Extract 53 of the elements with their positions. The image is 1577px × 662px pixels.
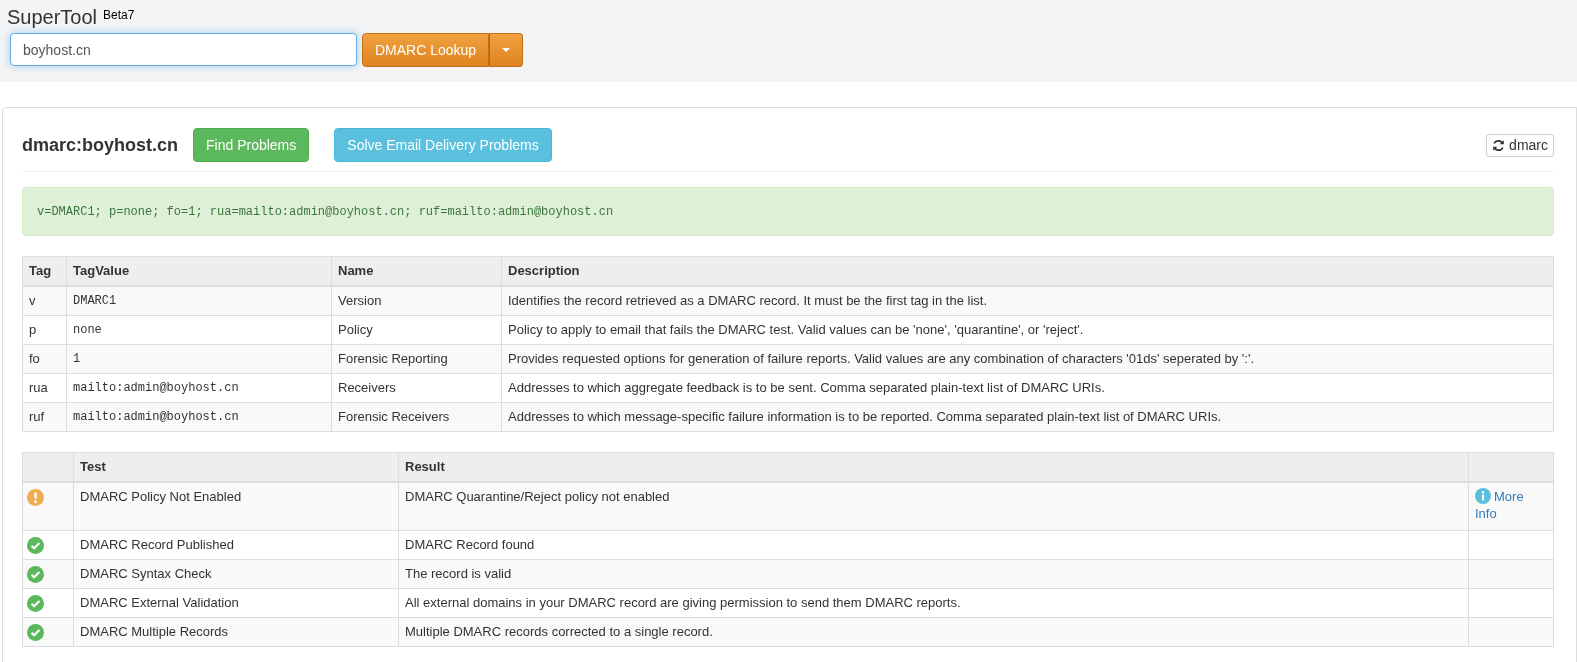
description-cell: Addresses to which message-specific failure information is to be reported. Comma separated plain-text list of DMARC URIs. (501, 402, 1554, 432)
exclamation-circle-icon (27, 489, 44, 506)
domain-input-field[interactable]: boyhost.cn (10, 33, 357, 66)
tag-name-cell: Forensic Receivers (331, 402, 502, 432)
caret-icon (502, 48, 511, 52)
dmarc-record-text: v=DMARC1; p=none; fo=1; rua=mailto:admin@boyhost.cn; ruf=mailto:admin@boyhost.cn (22, 187, 1554, 236)
dropdown-toggle-button[interactable] (489, 33, 524, 67)
info-icon (1475, 488, 1491, 504)
description-cell: Policy to apply to email that fails the DMARC test. Valid values can be 'none', 'quarantine', or 'reject'. (501, 315, 1554, 345)
tag-name-cell: Policy (331, 315, 502, 345)
description-cell: Provides requested options for generation of failure reports. Valid values are any combination of characters '01ds' seperated by ':'. (501, 344, 1554, 374)
tag-value-cell: none (66, 315, 332, 345)
test-name-cell: DMARC Record Published (73, 530, 399, 559)
test-name-cell: DMARC Syntax Check (73, 559, 399, 588)
test-result-cell: The record is valid (398, 559, 1469, 588)
column-header: Description (501, 256, 1554, 286)
tag-cell: p (22, 315, 67, 345)
find-problems-button[interactable]: Find Problems (193, 128, 310, 162)
check-circle-icon (27, 594, 44, 612)
lookup-button[interactable]: DMARC Lookup (362, 33, 490, 67)
check-circle-icon (27, 565, 44, 583)
tag-cell: ruf (22, 402, 67, 432)
tag-value-cell: mailto:admin@boyhost.cn (66, 373, 332, 403)
refresh-button[interactable]: dmarc (1486, 133, 1554, 157)
column-header: Tag (22, 256, 67, 286)
refresh-icon (1492, 138, 1506, 152)
tag-value-cell: mailto:admin@boyhost.cn (66, 402, 332, 432)
record-title: dmarc:boyhost.cn (22, 134, 179, 156)
column-header: Name (331, 256, 502, 286)
test-result-cell: Multiple DMARC records corrected to a single record. (398, 617, 1469, 646)
tag-cell: v (22, 286, 67, 316)
tag-value-cell: 1 (66, 344, 332, 374)
tag-value-cell: DMARC1 (66, 286, 332, 316)
test-name-cell: DMARC Multiple Records (73, 617, 399, 646)
test-result-cell: All external domains in your DMARC record are giving permission to send them DMARC reports. (398, 588, 1469, 617)
test-result-cell: DMARC Quarantine/Reject policy not enabled (398, 482, 1469, 530)
description-cell: Addresses to which aggregate feedback is to be sent. Comma separated plain-text list of DMARC URIs. (501, 373, 1554, 403)
tag-cell: rua (22, 373, 67, 403)
test-name-cell: DMARC Policy Not Enabled (73, 482, 399, 530)
test-result-cell: DMARC Record found (398, 530, 1469, 559)
tag-name-cell: Receivers (331, 373, 502, 403)
tag-cell: fo (22, 344, 67, 374)
tag-name-cell: Forensic Reporting (331, 344, 502, 374)
description-cell: Identifies the record retrieved as a DMARC record. It must be the first tag in the list. (501, 286, 1554, 316)
column-header: TagValue (66, 256, 332, 286)
tag-name-cell: Version (331, 286, 502, 316)
column-header: Test (73, 452, 399, 482)
version-label: Beta7 (103, 7, 135, 23)
check-circle-icon (27, 536, 44, 554)
test-name-cell: DMARC External Validation (73, 588, 399, 617)
app-title: SuperTool (7, 5, 98, 29)
column-header: Result (398, 452, 1469, 482)
check-circle-icon (27, 623, 44, 641)
